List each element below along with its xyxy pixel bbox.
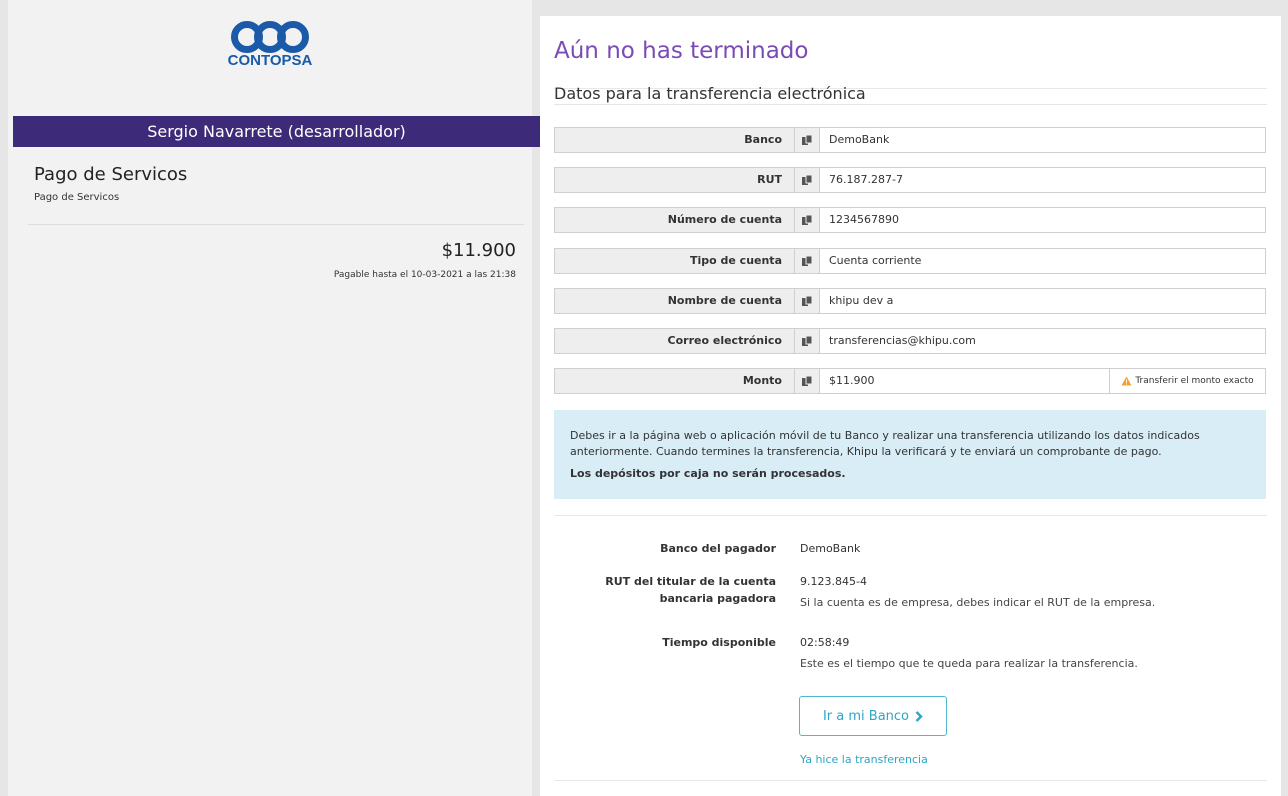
time-available-label: Tiempo disponible [662,636,776,649]
field-value[interactable]: DemoBank [820,127,1266,153]
field-label: Número de cuenta [554,207,794,233]
amount-warning: Transferir el monto exacto [1110,368,1266,394]
field-label: Nombre de cuenta [554,288,794,314]
info-alert: Debes ir a la página web o aplicación mó… [554,410,1266,499]
field-label: Monto [554,368,794,394]
go-to-bank-label: Ir a mi Banco [822,708,910,724]
transfer-panel: Aún no has terminado Datos para la trans… [540,16,1281,796]
field-row-rut: RUT 76.187.287-7 [554,167,1266,193]
info-warning-text: Los depósitos por caja no serán procesad… [570,467,846,480]
divider [554,104,1267,105]
field-value[interactable]: 76.187.287-7 [820,167,1266,193]
copy-icon[interactable] [794,248,820,274]
time-available-help: Este es el tiempo que te queda para real… [800,657,1138,670]
divider [554,515,1267,516]
page-title: Aún no has terminado [554,38,809,64]
info-text: Debes ir a la página web o aplicación mó… [570,429,1200,458]
contopsa-logo: CONTOPSA [8,20,532,80]
field-row-monto: Monto $11.900 Transferir el monto exacto [554,368,1266,394]
field-label: Correo electrónico [554,328,794,354]
service-title: Pago de Servicos [34,164,188,185]
payer-bank-label: Banco del pagador [660,542,776,555]
merchant-panel: CONTOPSA Sergio Navarrete (desarrollador… [8,0,540,796]
field-row-correo: Correo electrónico transferencias@khipu.… [554,328,1266,354]
payer-bank-value: DemoBank [800,542,861,555]
merchant-name-bar: Sergio Navarrete (desarrollador) [13,116,540,147]
contopsa-logo-icon [231,21,309,53]
field-row-banco: Banco DemoBank [554,127,1266,153]
copy-icon[interactable] [794,207,820,233]
field-label: RUT [554,167,794,193]
divider [554,780,1267,781]
payer-rut-help: Si la cuenta es de empresa, debes indica… [800,596,1156,609]
copy-icon[interactable] [794,127,820,153]
service-subtitle: Pago de Servicos [34,192,120,203]
payment-due-date: Pagable hasta el 10-03-2021 a las 21:38 [333,270,516,280]
field-value[interactable]: $11.900 [820,368,1110,394]
warning-icon [1121,376,1132,385]
logo-text: CONTOPSA [227,52,313,69]
payment-amount: $11.900 [441,240,516,261]
divider [28,224,524,225]
time-available-value: 02:58:49 [800,636,850,649]
field-row-tipo-cuenta: Tipo de cuenta Cuenta corriente [554,248,1266,274]
field-label: Tipo de cuenta [554,248,794,274]
field-row-numero-cuenta: Número de cuenta 1234567890 [554,207,1266,233]
copy-icon[interactable] [794,328,820,354]
field-value[interactable]: transferencias@khipu.com [820,328,1266,354]
copy-icon[interactable] [794,167,820,193]
field-label: Banco [554,127,794,153]
payer-rut-value: 9.123.845-4 [800,575,867,588]
go-to-bank-button[interactable]: Ir a mi Banco [799,696,947,736]
chevron-right-icon [915,710,923,722]
field-value[interactable]: khipu dev a [820,288,1266,314]
field-row-nombre-cuenta: Nombre de cuenta khipu dev a [554,288,1266,314]
field-value[interactable]: Cuenta corriente [820,248,1266,274]
field-value[interactable]: 1234567890 [820,207,1266,233]
warning-text: Transferir el monto exacto [1135,376,1254,386]
copy-icon[interactable] [794,288,820,314]
section-title: Datos para la transferencia electrónica [554,84,866,103]
payer-rut-label: RUT del titular de la cuenta bancaria pa… [605,575,776,605]
copy-icon[interactable] [794,368,820,394]
transfer-done-link[interactable]: Ya hice la transferencia [800,753,928,766]
